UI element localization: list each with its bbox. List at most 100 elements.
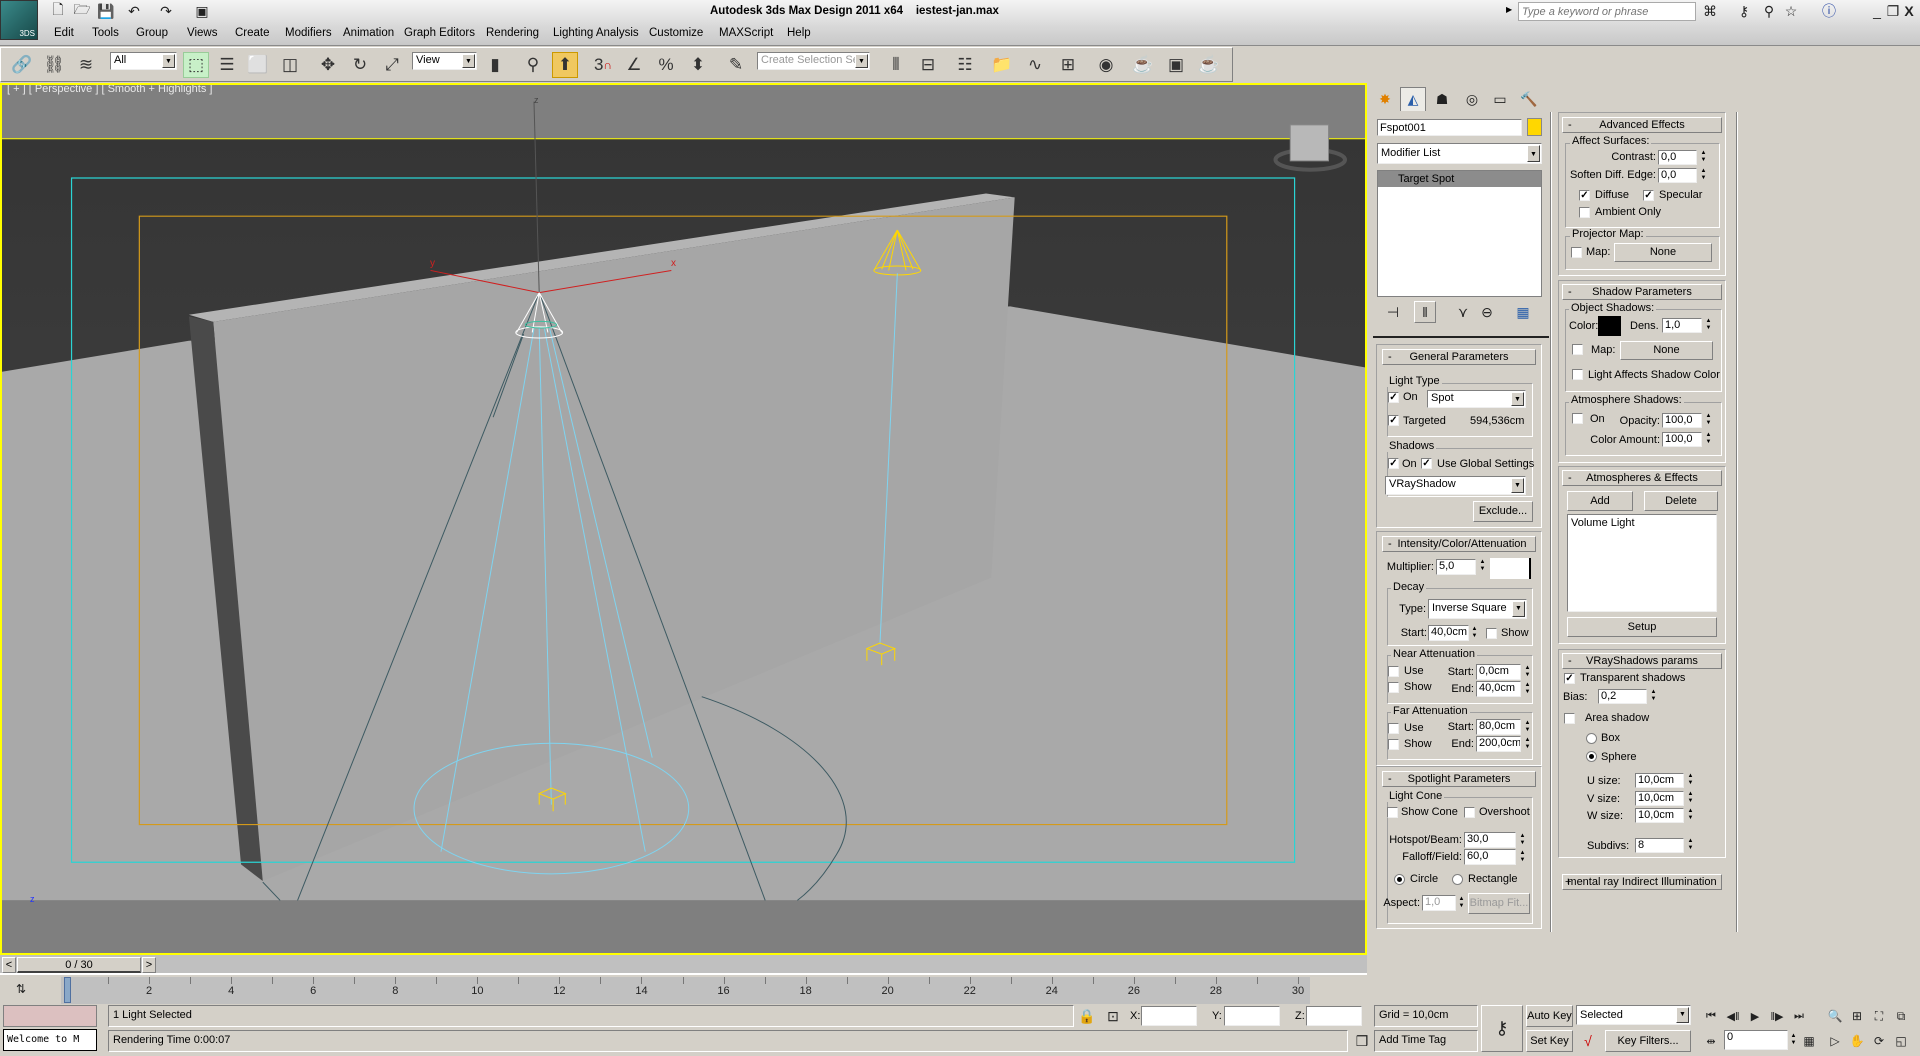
opacity-input[interactable]: 100,0 <box>1662 413 1702 428</box>
near-use-checkbox[interactable] <box>1388 666 1399 677</box>
decay-start-input[interactable]: 40,0cm <box>1428 625 1469 641</box>
default-tangents-icon[interactable]: √ <box>1578 1032 1598 1050</box>
effects-list-item[interactable]: Volume Light <box>1571 517 1713 529</box>
far-end-spinner[interactable]: ▲ ▼ <box>1523 737 1532 751</box>
v-size-input[interactable]: 10,0cm <box>1635 791 1684 806</box>
tab-motion-icon[interactable]: ◎ <box>1459 87 1485 111</box>
maximize-viewport-icon[interactable]: ◱ <box>1891 1032 1911 1050</box>
v-size-spinner[interactable]: ▲ ▼ <box>1686 791 1695 805</box>
z-coordinate-input[interactable] <box>1306 1006 1362 1026</box>
bitmap-fit-button[interactable]: Bitmap Fit... <box>1468 893 1530 914</box>
opacity-spinner[interactable]: ▲ ▼ <box>1704 413 1713 427</box>
menu-tools[interactable]: Tools <box>92 27 119 39</box>
layer-manager-icon[interactable]: ☷ <box>952 52 978 78</box>
key-filters-button[interactable]: Key Filters... <box>1605 1030 1691 1052</box>
set-key-mode-key-icon[interactable]: ⚷ <box>1481 1005 1523 1052</box>
far-start-input[interactable]: 80,0cm <box>1476 719 1521 735</box>
reference-coordinate-dropdown[interactable]: View ▼ <box>412 52 477 70</box>
show-end-result-icon[interactable]: ‖ <box>1414 301 1436 323</box>
make-unique-icon[interactable]: ⋎ <box>1454 303 1472 321</box>
render-setup-icon[interactable]: ☕ <box>1130 52 1156 78</box>
light-color-swatch[interactable] <box>1490 558 1531 579</box>
menu-group[interactable]: Group <box>136 27 168 39</box>
add-effect-button[interactable]: Add <box>1567 491 1633 511</box>
zoom-extents-all-icon[interactable]: ⧉ <box>1891 1007 1911 1025</box>
perspective-viewport[interactable]: [ + ] [ Perspective ] [ Smooth + Highlig… <box>0 83 1367 955</box>
rendered-frame-window-icon[interactable]: ▣ <box>1163 52 1189 78</box>
menu-modifiers[interactable]: Modifiers <box>285 27 332 39</box>
pivot-center-icon[interactable]: ▮ <box>482 52 508 78</box>
close-icon[interactable]: X <box>1902 2 1916 20</box>
delete-effect-button[interactable]: Delete <box>1644 491 1718 511</box>
key-mode-dropdown[interactable]: Selected ▼ <box>1576 1005 1691 1025</box>
subdivs-spinner[interactable]: ▲ ▼ <box>1686 838 1695 852</box>
tab-hierarchy-icon[interactable]: ☗ <box>1429 87 1455 111</box>
shadows-on-checkbox[interactable]: ✓ <box>1388 458 1399 469</box>
intensity-header[interactable]: - Intensity/Color/Attenuation <box>1382 536 1536 552</box>
bind-space-warp-icon[interactable]: ≋ <box>73 52 99 78</box>
near-start-spinner[interactable]: ▲ ▼ <box>1523 665 1532 679</box>
current-frame-marker[interactable] <box>64 977 71 1003</box>
orbit-icon[interactable]: ⟳ <box>1869 1032 1889 1050</box>
decay-type-dropdown[interactable]: Inverse Square ▼ <box>1428 599 1527 619</box>
select-by-name-icon[interactable]: ☰ <box>214 52 240 78</box>
minimize-icon[interactable]: _ <box>1870 2 1884 20</box>
effects-list[interactable]: Volume Light <box>1567 514 1717 612</box>
subdivs-input[interactable]: 8 <box>1635 838 1684 853</box>
shadow-type-dropdown[interactable]: VRayShadow ▼ <box>1385 476 1526 495</box>
redo-icon[interactable]: ↷ <box>156 2 176 20</box>
percent-snap-icon[interactable]: % <box>653 52 679 78</box>
go-to-end-icon[interactable]: ⏭ <box>1789 1007 1809 1025</box>
key-icon[interactable]: ⚷ <box>1735 2 1753 20</box>
select-and-link-icon[interactable]: 🔗 <box>9 52 35 78</box>
viewport-label[interactable]: [ + ] [ Perspective ] [ Smooth + Highlig… <box>7 85 212 95</box>
falloff-spinner[interactable]: ▲ ▼ <box>1518 850 1527 864</box>
menu-rendering[interactable]: Rendering <box>486 27 539 39</box>
bias-input[interactable]: 0,2 <box>1598 689 1647 704</box>
selection-filter-dropdown[interactable]: All ▼ <box>110 52 177 70</box>
tab-modify-icon[interactable]: ◭ <box>1400 87 1426 111</box>
mini-curve-editor-icon[interactable]: ⇅ <box>10 978 32 1000</box>
near-show-checkbox[interactable] <box>1388 682 1399 693</box>
menu-edit[interactable]: Edit <box>54 27 74 39</box>
stack-item-target-spot[interactable]: Target Spot <box>1378 171 1541 187</box>
auto-key-button[interactable]: Auto Key <box>1526 1005 1573 1027</box>
w-size-spinner[interactable]: ▲ ▼ <box>1686 808 1695 822</box>
key-mode-toggle-icon[interactable]: ⇹ <box>1701 1032 1721 1050</box>
menu-views[interactable]: Views <box>187 27 217 39</box>
time-slider-track[interactable] <box>0 955 1367 975</box>
w-size-input[interactable]: 10,0cm <box>1635 808 1684 823</box>
zoom-extents-icon[interactable]: ⛶ <box>1869 1007 1889 1025</box>
aspect-spinner[interactable]: ▲ ▼ <box>1457 896 1466 910</box>
area-shadow-checkbox[interactable] <box>1564 713 1575 724</box>
save-icon[interactable]: 💾 <box>97 2 114 20</box>
time-slider-thumb[interactable]: 0 / 30 <box>17 957 141 973</box>
object-name-input[interactable] <box>1377 119 1522 136</box>
align-icon[interactable]: ⊟ <box>915 52 941 78</box>
sphere-radio[interactable] <box>1586 751 1597 762</box>
remove-modifier-icon[interactable]: ⊖ <box>1478 303 1496 321</box>
bias-spinner[interactable]: ▲ ▼ <box>1649 689 1658 703</box>
density-spinner[interactable]: ▲ ▼ <box>1704 318 1713 332</box>
edit-named-selection-icon[interactable]: ✎ <box>723 52 749 78</box>
set-key-button[interactable]: Set Key <box>1526 1030 1573 1052</box>
multiplier-input[interactable]: 5,0 <box>1436 559 1476 575</box>
configure-modifier-sets-icon[interactable]: ▦ <box>1514 303 1532 321</box>
aspect-input[interactable]: 1,0 <box>1422 895 1456 911</box>
light-affects-shadow-color-checkbox[interactable] <box>1572 369 1583 380</box>
unlink-icon[interactable]: ⛓ <box>41 52 67 78</box>
scale-icon[interactable]: ⤢ <box>379 52 405 78</box>
density-input[interactable]: 1,0 <box>1662 318 1702 333</box>
selection-lock-icon[interactable]: 🔒 <box>1078 1007 1096 1025</box>
absolute-mode-icon[interactable]: ⊡ <box>1104 1007 1122 1025</box>
shadow-map-checkbox[interactable] <box>1572 344 1583 355</box>
hotspot-input[interactable]: 30,0 <box>1464 832 1516 848</box>
maxscript-listener-input[interactable]: Welcome to M <box>3 1029 97 1051</box>
expand-search-icon[interactable]: ▶ <box>1506 5 1512 14</box>
far-use-checkbox[interactable] <box>1388 723 1399 734</box>
shadow-color-swatch[interactable] <box>1598 316 1621 336</box>
near-end-spinner[interactable]: ▲ ▼ <box>1523 682 1532 696</box>
mental-ray-header[interactable]: + mental ray Indirect Illumination <box>1562 874 1722 890</box>
light-type-dropdown[interactable]: Spot ▼ <box>1427 390 1526 408</box>
color-amount-spinner[interactable]: ▲ ▼ <box>1704 432 1713 446</box>
